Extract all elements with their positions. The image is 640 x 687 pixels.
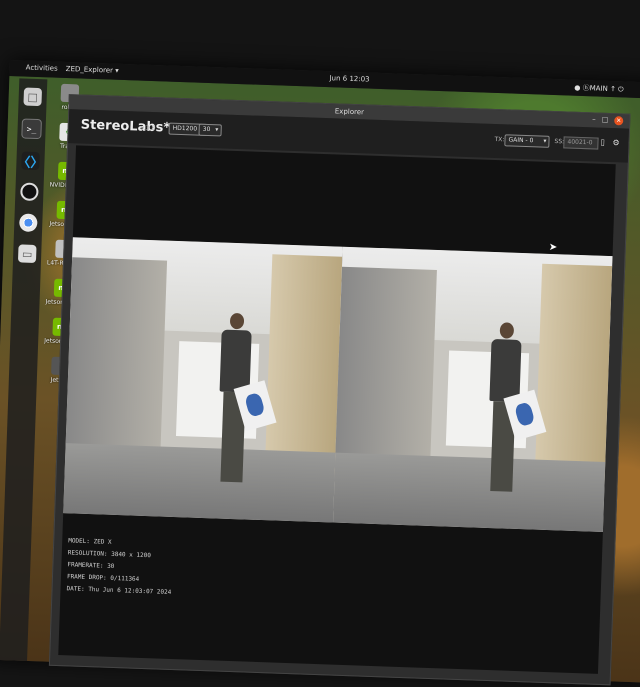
video-viewport: MODEL: ZED X RESOLUTION: 3840 x 1200 FRA… [58,145,616,674]
chevron-down-icon: ▾ [215,126,219,134]
activities-button[interactable]: Activities [26,64,58,73]
wood-wall [534,263,613,488]
monitor-screen: Activities ZED_Explorer ▾ Jun 6 12:03 ● … [0,60,640,686]
stereo-video-feed [63,237,613,532]
resolution-select-value: HD1200 [172,124,198,133]
camera-date-text: DATE: Thu Jun 6 12:03:07 2024 [66,585,172,596]
minimize-button[interactable]: – [592,115,596,124]
window-controls: – □ ✕ [592,115,624,126]
left-eye-view [63,237,343,523]
chromium-icon[interactable] [19,213,38,233]
record-icon[interactable]: ▯ [600,138,605,147]
app-menu[interactable]: ZED_Explorer ▾ [66,65,119,75]
close-button[interactable]: ✕ [614,116,624,126]
wood-wall [264,254,343,478]
camera-info-overlay: MODEL: ZED X RESOLUTION: 3840 x 1200 FRA… [66,535,173,599]
drive-icon[interactable]: ▭ [17,244,37,264]
person-head [229,312,245,330]
person-body [489,338,522,402]
vscode-icon[interactable]: 〈〉 [17,151,44,171]
brand-title: StereoLabs* [80,117,171,136]
maximize-button[interactable]: □ [601,116,609,125]
system-status[interactable]: ● ⓗMAIN ↑ ⏻ [574,83,624,95]
settings-icon[interactable]: ⚙ [612,138,619,147]
person-body [219,329,252,393]
fps-select-value: 30 [202,125,211,134]
gain-select-value: GAIN - 0 [508,136,534,145]
mouse-cursor-icon: ➤ [548,241,558,254]
tx-label: TX: [494,135,505,144]
terminal-icon[interactable]: >_ [21,118,42,140]
right-eye-view [333,246,613,532]
clock[interactable]: Jun 6 12:03 [329,74,369,83]
version-label: v.3.8 [140,124,156,133]
person-head [499,322,515,339]
gain-select[interactable]: GAIN - 0 ▾ [504,134,550,148]
files-icon[interactable]: □ [23,87,43,107]
ss-field[interactable]: 40021-0 [563,136,599,150]
fps-select[interactable]: 30 ▾ [198,123,222,137]
obs-icon[interactable] [20,182,39,202]
floor [63,443,336,523]
explorer-window: Explorer – □ ✕ StereoLabs* v.3.8 HD1200▾… [48,94,631,686]
chevron-down-icon: ▾ [543,137,547,145]
floor [333,452,606,532]
